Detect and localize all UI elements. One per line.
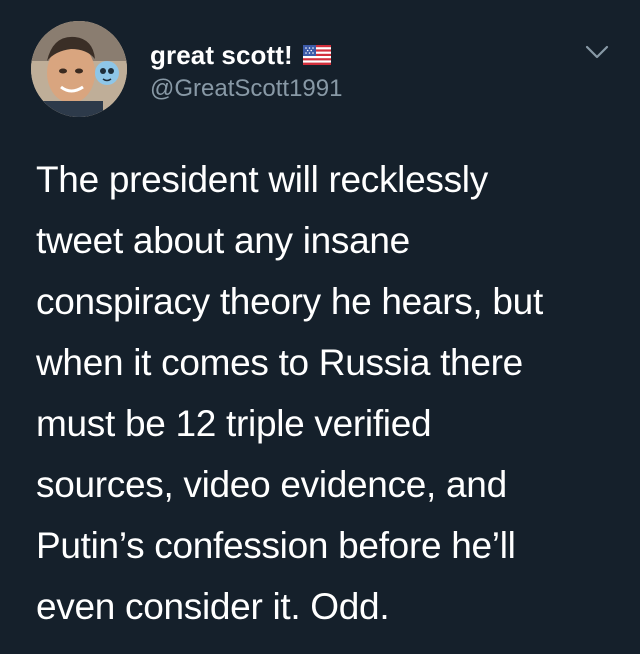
tweet-text-line: sources, video evidence, and (36, 464, 507, 505)
tweet-body: The president will recklessly tweet abou… (36, 149, 616, 637)
tweet-text-line: when it comes to Russia there (36, 342, 523, 383)
avatar[interactable] (31, 21, 127, 117)
tweet-text-line: conspiracy theory he hears, but (36, 281, 543, 322)
us-flag-icon (302, 45, 331, 65)
tweet-card: great scott! @GreatScott1991 The preside… (0, 0, 640, 654)
chevron-down-icon[interactable] (584, 43, 610, 61)
tweet-text-line: Putin’s confession before he’ll (36, 525, 516, 566)
tweet-text-line: tweet about any insane (36, 220, 410, 261)
display-name[interactable]: great scott! (150, 40, 293, 71)
tweet-text-line: even consider it. Odd. (36, 586, 390, 627)
tweet-text-line: must be 12 triple verified (36, 403, 432, 444)
user-handle[interactable]: @GreatScott1991 (150, 75, 342, 103)
profile-photo-image (31, 21, 127, 117)
author-name-row: great scott! (150, 39, 331, 71)
tweet-text-line: The president will recklessly (36, 159, 488, 200)
